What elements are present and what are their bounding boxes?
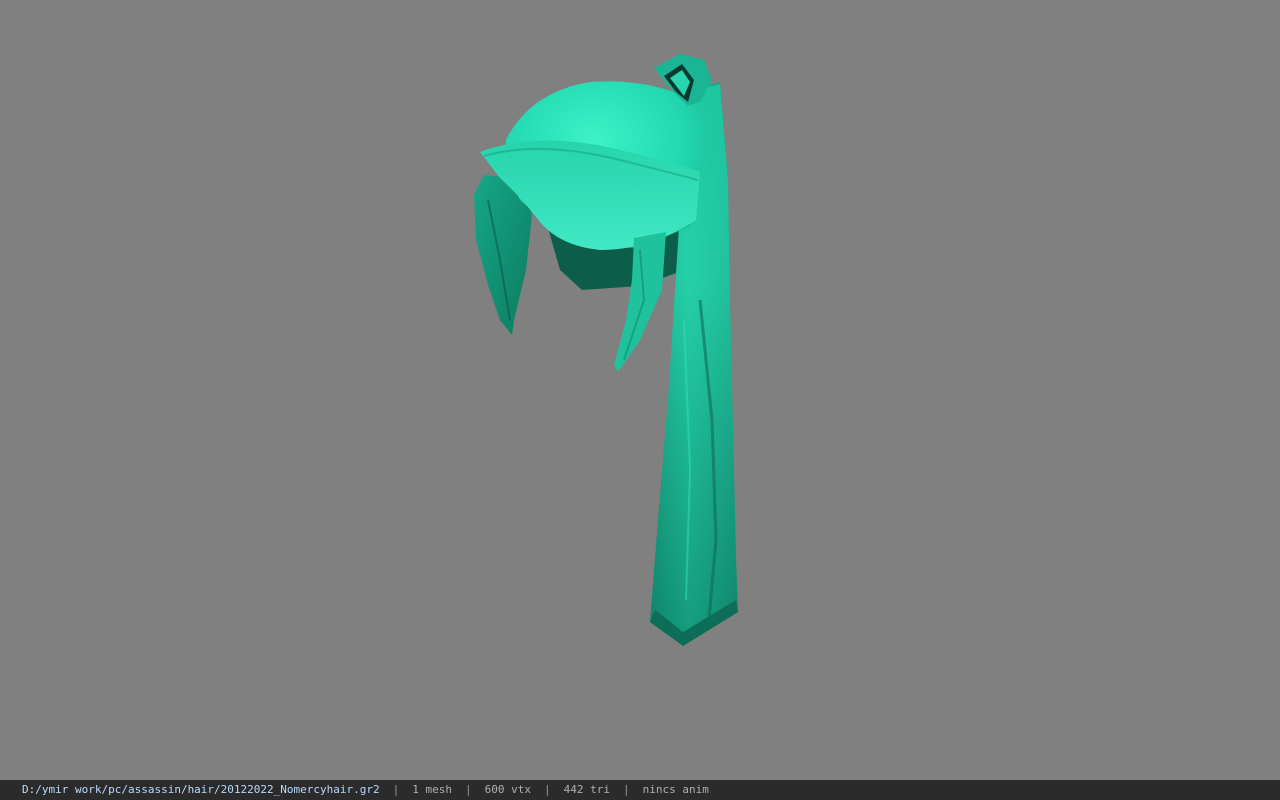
3d-viewport[interactable] bbox=[0, 0, 1280, 780]
animation-status: nincs anim bbox=[642, 783, 709, 796]
vertex-count: 600 vtx bbox=[484, 783, 531, 796]
status-bar: D:/ymir work/pc/assassin/hair/20122022_N… bbox=[0, 780, 1280, 800]
separator: | bbox=[543, 783, 551, 796]
mesh-count: 1 mesh bbox=[412, 783, 452, 796]
separator: | bbox=[622, 783, 630, 796]
hair-model bbox=[474, 54, 738, 646]
file-path: D:/ymir work/pc/assassin/hair/20122022_N… bbox=[22, 783, 380, 796]
separator: | bbox=[465, 783, 472, 796]
separator: | bbox=[392, 783, 400, 796]
triangle-count: 442 tri bbox=[563, 783, 610, 796]
